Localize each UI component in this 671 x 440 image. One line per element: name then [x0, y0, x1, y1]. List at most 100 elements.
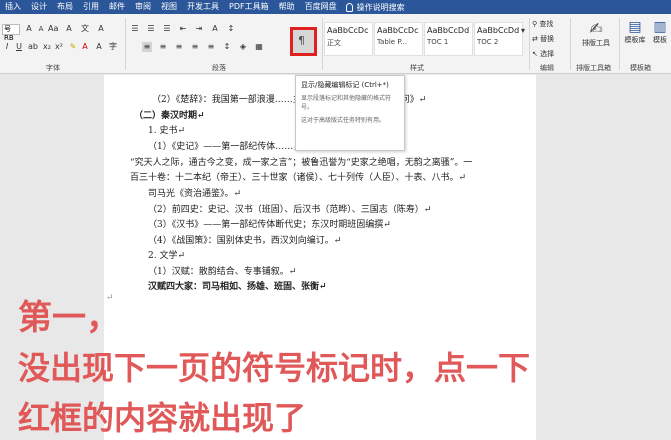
style-name: TOC 2: [477, 38, 499, 46]
char-border-icon[interactable]: A: [96, 24, 106, 34]
style-toc1[interactable]: AaBbCcDd TOC 1: [424, 22, 473, 56]
find-button[interactable]: ⚲ 查找: [532, 19, 553, 29]
shading-icon[interactable]: ◈: [238, 42, 248, 52]
font-name-box[interactable]: 号 RB: [2, 24, 20, 42]
typeset-tool-button[interactable]: ✍ 排版工具: [576, 18, 616, 58]
chinese-layout-icon[interactable]: A: [210, 24, 220, 34]
tooltip-note: 这对于高级版式任务特别有用。: [301, 117, 386, 124]
justify-icon[interactable]: ≡: [190, 42, 200, 52]
doc-line: 1. 史书↵: [148, 126, 185, 136]
doc-line: （4）《战国策》：国别体史书，西汉刘向编订。↵: [148, 236, 342, 246]
numbering-icon[interactable]: ☰: [146, 24, 156, 34]
borders-icon[interactable]: ▦: [254, 42, 264, 52]
show-hide-marks-button[interactable]: ¶: [290, 27, 317, 56]
style-toc2[interactable]: AaBbCcDd TOC 2: [474, 22, 523, 56]
underline-icon[interactable]: U: [14, 42, 24, 52]
shrink-font-icon[interactable]: A: [36, 24, 46, 34]
replace-button[interactable]: ⇄ 替换: [532, 34, 554, 44]
doc-line: 司马光《资治通鉴》。↵: [148, 189, 242, 199]
group-label-template: 模板箱: [630, 64, 651, 72]
styles-more-icon[interactable]: ▾: [518, 26, 528, 36]
subscript-icon[interactable]: x₂: [42, 42, 52, 52]
tab-insert[interactable]: 插入: [0, 0, 26, 14]
tell-me-search[interactable]: 操作说明搜索: [345, 2, 405, 13]
clear-format-icon[interactable]: A: [64, 24, 74, 34]
tab-review[interactable]: 审阅: [130, 0, 156, 14]
style-name: Table P...: [377, 38, 408, 46]
group-separator: [619, 18, 620, 70]
tab-help[interactable]: 帮助: [274, 0, 300, 14]
bullets-icon[interactable]: ☰: [130, 24, 140, 34]
pilcrow-icon: ¶: [298, 34, 305, 47]
tab-mailings[interactable]: 邮件: [104, 0, 130, 14]
typeset-tool-label: 排版工具: [582, 39, 610, 47]
annotation-line-3: 红框的内容就出现了: [18, 399, 307, 437]
enclose-char-icon[interactable]: 字: [108, 42, 118, 52]
align-left-icon[interactable]: ≡: [142, 42, 152, 52]
tab-pdf-toolbox[interactable]: PDF工具箱: [224, 0, 274, 14]
tooltip-title: 显示/隐藏编辑标记 (Ctrl+*): [301, 81, 389, 89]
style-preview: AaBbCcDd: [427, 26, 470, 35]
find-label: 查找: [539, 20, 554, 28]
font-color-icon[interactable]: A: [80, 42, 90, 52]
ribbon: 号 RB A A Aa A 文 A I U ab x₂ x² ✎ A A 字 字…: [0, 14, 671, 74]
align-center-icon[interactable]: ≡: [158, 42, 168, 52]
tell-me-label: 操作说明搜索: [356, 2, 405, 12]
template-button[interactable]: ▥ 模板: [650, 18, 670, 58]
doc-line: （2）前四史：史记、汉书（班固）、后汉书（范晔）、三国志（陈寿）↵: [148, 205, 432, 215]
group-label-editing: 编辑: [540, 64, 554, 72]
style-preview: AaBbCcDd: [477, 26, 520, 35]
highlight-icon[interactable]: ✎: [68, 42, 78, 52]
tab-view[interactable]: 视图: [156, 0, 182, 14]
phonetic-guide-icon[interactable]: 文: [80, 24, 90, 34]
doc-line: 百三十卷：十二本纪（帝王）、三十世家（诸侯）、七十列传（人臣）、十表、八书。↵: [130, 173, 467, 183]
tab-developer[interactable]: 开发工具: [182, 0, 224, 14]
decrease-indent-icon[interactable]: ⇤: [178, 24, 188, 34]
style-normal[interactable]: AaBbCcDc 正文: [324, 22, 373, 56]
show-hide-tooltip: 显示/隐藏编辑标记 (Ctrl+*) 显示段落标记和其他隐藏的格式符号。 这对于…: [295, 75, 405, 151]
replace-label: 替换: [540, 35, 555, 43]
italic-icon[interactable]: I: [2, 42, 12, 52]
doc-line: （1）汉赋：散韵结合、专事铺叙。↵: [148, 267, 297, 277]
search-icon: ⚲: [532, 20, 538, 28]
template-lib-button[interactable]: ▤ 模板库: [622, 18, 648, 58]
superscript-icon[interactable]: x²: [54, 42, 64, 52]
style-preview: AaBbCcDc: [377, 26, 419, 35]
template-icon: ▤: [628, 19, 642, 35]
doc-line: （3）《汉书》——第一部纪传体断代史；东汉时期班固编撰↵: [148, 220, 391, 230]
annotation-line-1: 第一，: [18, 298, 120, 338]
ribbon-tab-bar: 插入 设计 布局 引用 邮件 审阅 视图 开发工具 PDF工具箱 帮助 百度网盘…: [0, 0, 671, 14]
char-shading-icon[interactable]: A: [94, 42, 104, 52]
select-button[interactable]: ↖ 选择: [532, 49, 554, 59]
distributed-icon[interactable]: ≡: [206, 42, 216, 52]
group-label-paragraph: 段落: [212, 64, 226, 72]
strikethrough-icon[interactable]: ab: [28, 42, 38, 52]
tab-baidu-netdisk[interactable]: 百度网盘: [300, 0, 342, 14]
style-name: TOC 1: [427, 38, 449, 46]
template-icon: ▥: [653, 19, 667, 35]
increase-indent-icon[interactable]: ⇥: [194, 24, 204, 34]
style-preview: AaBbCcDc: [327, 26, 369, 35]
multilevel-list-icon[interactable]: ☰: [162, 24, 172, 34]
group-separator: [570, 18, 571, 70]
annotation-line-2: 没出现下一页的符号标记时，点一下: [18, 349, 531, 387]
group-label-font: 字体: [46, 64, 60, 72]
align-right-icon[interactable]: ≡: [174, 42, 184, 52]
tab-design[interactable]: 设计: [26, 0, 52, 14]
tab-references[interactable]: 引用: [78, 0, 104, 14]
line-spacing-icon[interactable]: ↕: [222, 42, 232, 52]
replace-icon: ⇄: [532, 35, 538, 43]
group-separator: [529, 18, 530, 70]
sort-icon[interactable]: ↕: [226, 24, 236, 34]
template-lib-label: 模板库: [624, 36, 646, 44]
group-separator: [322, 18, 323, 70]
grow-font-icon[interactable]: A: [24, 24, 34, 34]
cursor-icon: ↖: [532, 50, 538, 58]
style-name: 正文: [327, 39, 341, 47]
doc-line: “究天人之际，通古今之变，成一家之言”；被鲁迅誉为“史家之绝唱，无韵之离骚”。一: [130, 158, 473, 168]
tab-layout[interactable]: 布局: [52, 0, 78, 14]
change-case-icon[interactable]: Aa: [48, 24, 58, 34]
group-label-styles: 样式: [410, 64, 424, 72]
tooltip-description: 显示段落标记和其他隐藏的格式符号。: [301, 95, 392, 111]
style-table-p[interactable]: AaBbCcDc Table P...: [374, 22, 423, 56]
